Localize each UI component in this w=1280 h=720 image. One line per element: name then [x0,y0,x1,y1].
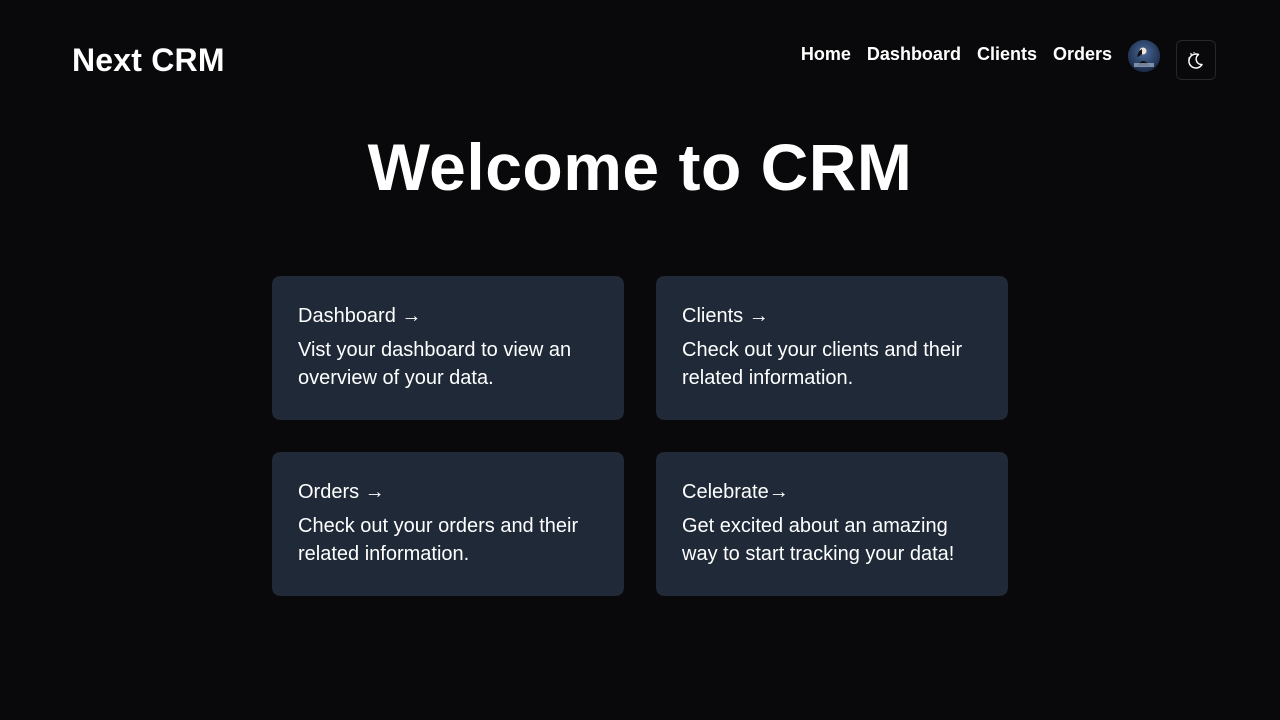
card-description: Check out your clients and their related… [682,339,963,389]
user-avatar[interactable] [1128,40,1160,72]
moon-stars-icon [1188,51,1203,69]
avatar-image [1128,40,1160,72]
card-title: Celebrate→ [682,481,789,503]
card-orders[interactable]: Orders → Check out your orders and their… [272,452,624,596]
card-description: Get excited about an amazing way to star… [682,515,955,565]
feature-cards: Dashboard → Vist your dashboard to view … [272,276,1008,596]
brand-logo[interactable]: Next CRM [72,40,225,80]
card-description: Vist your dashboard to view an overview … [298,339,572,389]
card-description: Check out your orders and their related … [298,515,579,565]
nav-link-clients[interactable]: Clients [977,40,1037,68]
card-title: Clients → [682,305,769,327]
nav-link-dashboard[interactable]: Dashboard [867,40,961,68]
card-dashboard[interactable]: Dashboard → Vist your dashboard to view … [272,276,624,420]
card-clients[interactable]: Clients → Check out your clients and the… [656,276,1008,420]
card-title: Orders → [298,481,385,503]
card-title: Dashboard → [298,305,422,327]
card-celebrate[interactable]: Celebrate→ Get excited about an amazing … [656,452,1008,596]
nav-link-home[interactable]: Home [801,40,851,68]
nav-link-orders[interactable]: Orders [1053,40,1112,68]
page-title: Welcome to CRM [367,130,913,204]
page: Next CRM Home Dashboard Clients Orders W… [0,0,1280,720]
main-nav: Home Dashboard Clients Orders [801,40,1216,80]
theme-toggle-button[interactable] [1176,40,1216,80]
